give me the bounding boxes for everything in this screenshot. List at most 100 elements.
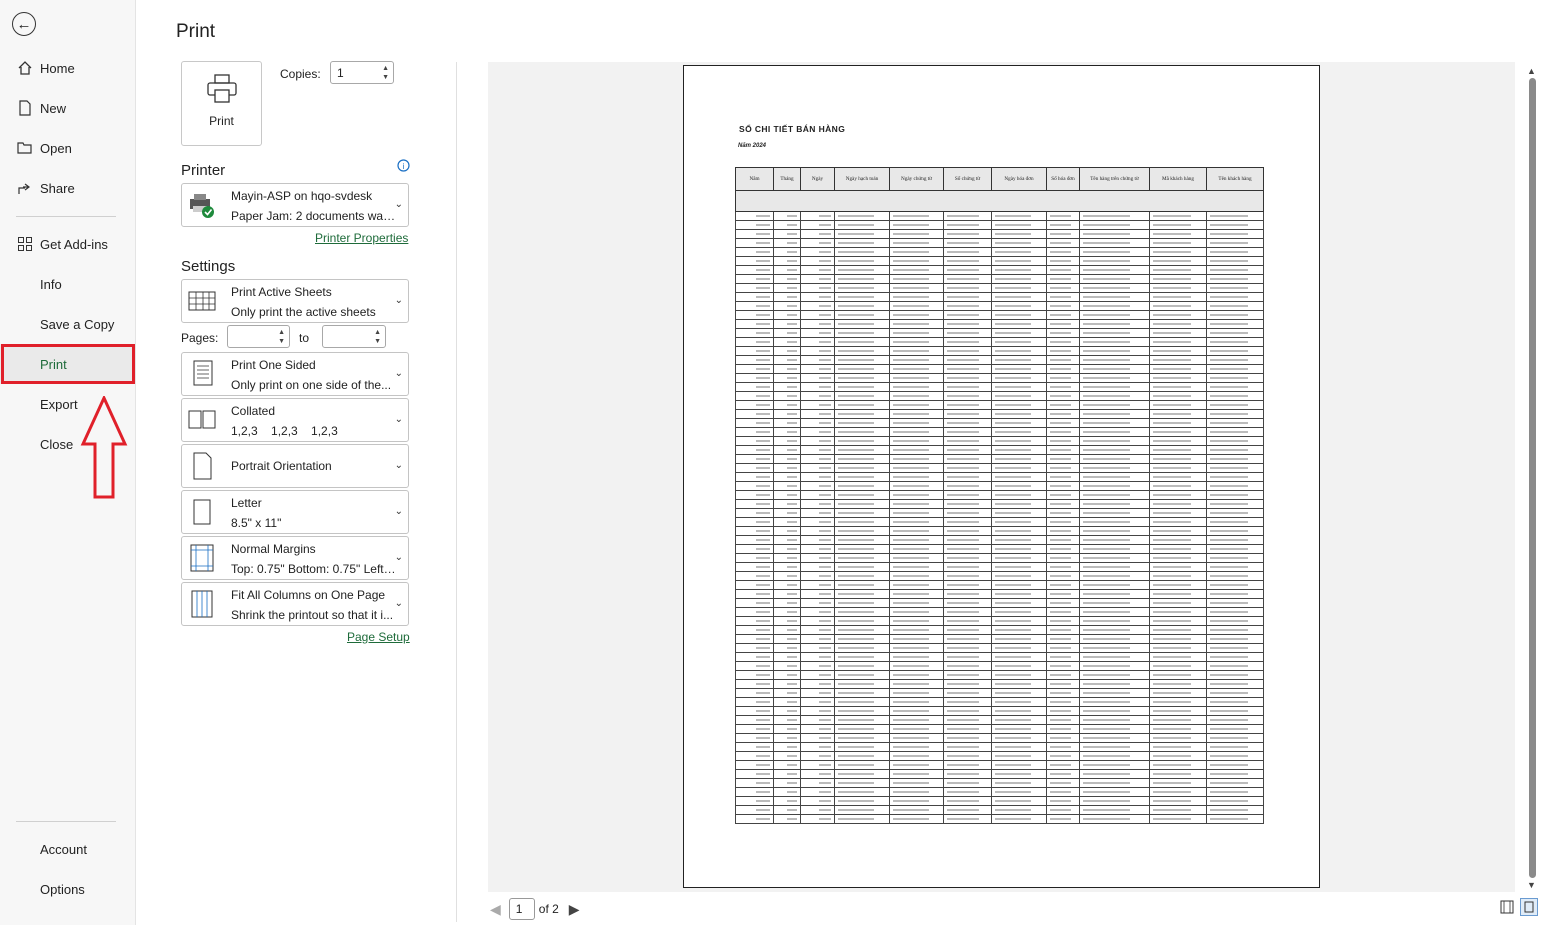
table-cell [773, 292, 801, 302]
table-row [735, 715, 1264, 725]
pages-to-input[interactable]: ▲ ▼ [322, 325, 386, 348]
page-number-input[interactable]: 1 [508, 898, 535, 920]
table-cell [834, 589, 890, 599]
table-cell [773, 634, 801, 644]
chevron-down-icon: ⌄ [394, 295, 403, 306]
table-cell [1149, 319, 1207, 329]
table-cell [889, 391, 944, 401]
table-cell [889, 670, 944, 680]
table-cell [1206, 328, 1264, 338]
pages-from-input[interactable]: ▲ ▼ [227, 325, 290, 348]
red-up-arrow-annotation [80, 396, 128, 499]
table-cell [1149, 814, 1207, 824]
table-cell [1206, 310, 1264, 320]
table-cell [1079, 220, 1150, 230]
table-cell [834, 724, 890, 734]
table-cell [943, 508, 992, 518]
printer-dropdown[interactable]: Mayin-ASP on hqo-svdesk Paper Jam: 2 doc… [181, 183, 409, 227]
table-cell [943, 400, 992, 410]
table-cell [991, 238, 1047, 248]
margins-dropdown[interactable]: Normal Margins Top: 0.75" Bottom: 0.75" … [181, 536, 409, 580]
table-cell [991, 292, 1047, 302]
table-cell [735, 490, 774, 500]
show-margins-icon[interactable] [1500, 900, 1514, 914]
table-cell [943, 481, 992, 491]
table-cell [1046, 679, 1080, 689]
table-cell [943, 598, 992, 608]
table-cell [834, 751, 890, 761]
scroll-up-icon[interactable]: ▲ [1527, 66, 1536, 76]
table-cell [943, 472, 992, 482]
nav-new[interactable]: New [0, 88, 135, 128]
table-row [735, 391, 1264, 401]
table-cell [889, 634, 944, 644]
table-cell [1206, 814, 1264, 824]
table-cell [943, 409, 992, 419]
copies-stepper[interactable]: 1 ▲ ▼ [330, 61, 394, 84]
scrollbar-thumb[interactable] [1529, 78, 1536, 878]
table-cell [1149, 283, 1207, 293]
scroll-down-icon[interactable]: ▼ [1527, 880, 1536, 890]
table-cell [943, 643, 992, 653]
info-icon[interactable]: i [397, 159, 410, 172]
nav-options[interactable]: Options [0, 869, 135, 909]
table-row [735, 598, 1264, 608]
table-cell [991, 661, 1047, 671]
table-cell [1206, 805, 1264, 815]
table-cell [1206, 454, 1264, 464]
nav-open[interactable]: Open [0, 128, 135, 168]
nav-share[interactable]: Share [0, 168, 135, 208]
stepper-arrows-icon[interactable]: ▲ ▼ [278, 328, 285, 346]
table-cell [1149, 409, 1207, 419]
table-cell [834, 355, 890, 365]
scaling-dropdown[interactable]: Fit All Columns on One Page Shrink the p… [181, 582, 409, 626]
table-cell [991, 328, 1047, 338]
table-row [735, 805, 1264, 815]
orientation-dropdown[interactable]: Portrait Orientation ⌄ [181, 444, 409, 488]
table-cell [1079, 796, 1150, 806]
table-cell [773, 670, 801, 680]
table-cell [1046, 373, 1080, 383]
print-what-dropdown[interactable]: Print Active Sheets Only print the activ… [181, 279, 409, 323]
back-arrow-icon[interactable]: ← [12, 12, 36, 36]
table-cell [773, 346, 801, 356]
nav-account[interactable]: Account [0, 829, 135, 869]
printer-properties-link[interactable]: Printer Properties [315, 231, 408, 245]
table-cell [991, 634, 1047, 644]
nav-home[interactable]: Home [0, 48, 135, 88]
previous-page-icon[interactable]: ◀ [490, 901, 501, 918]
table-row [735, 553, 1264, 563]
table-cell [1046, 436, 1080, 446]
table-cell [735, 400, 774, 410]
table-cell [773, 382, 801, 392]
collate-dropdown[interactable]: Collated 1,2,3 1,2,3 1,2,3 ⌄ [181, 398, 409, 442]
table-cell [1079, 229, 1150, 239]
nav-save-a-copy[interactable]: Save a Copy [0, 304, 135, 344]
stepper-arrows-icon[interactable]: ▲ ▼ [382, 64, 389, 82]
table-cell [889, 274, 944, 284]
table-cell [1149, 634, 1207, 644]
table-row [735, 346, 1264, 356]
zoom-to-page-icon[interactable] [1520, 898, 1538, 916]
table-cell [834, 337, 890, 347]
stepper-arrows-icon[interactable]: ▲ ▼ [374, 328, 381, 346]
table-cell [1206, 265, 1264, 275]
print-button[interactable]: Print [181, 61, 262, 146]
paper-size-dropdown[interactable]: Letter 8.5" x 11" ⌄ [181, 490, 409, 534]
table-cell [735, 265, 774, 275]
table-cell [735, 706, 774, 716]
sides-dropdown[interactable]: Print One Sided Only print on one side o… [181, 352, 409, 396]
table-cell [1046, 643, 1080, 653]
nav-info[interactable]: Info [0, 264, 135, 304]
nav-divider [16, 216, 116, 217]
next-page-icon[interactable]: ▶ [569, 901, 580, 918]
table-cell [1149, 706, 1207, 716]
table-cell [1079, 652, 1150, 662]
table-cell [1079, 724, 1150, 734]
page-setup-link[interactable]: Page Setup [347, 630, 410, 644]
table-cell [1046, 292, 1080, 302]
table-cell [991, 733, 1047, 743]
nav-get-add-ins[interactable]: Get Add-ins [0, 224, 135, 264]
table-cell [800, 760, 835, 770]
table-row [735, 625, 1264, 635]
